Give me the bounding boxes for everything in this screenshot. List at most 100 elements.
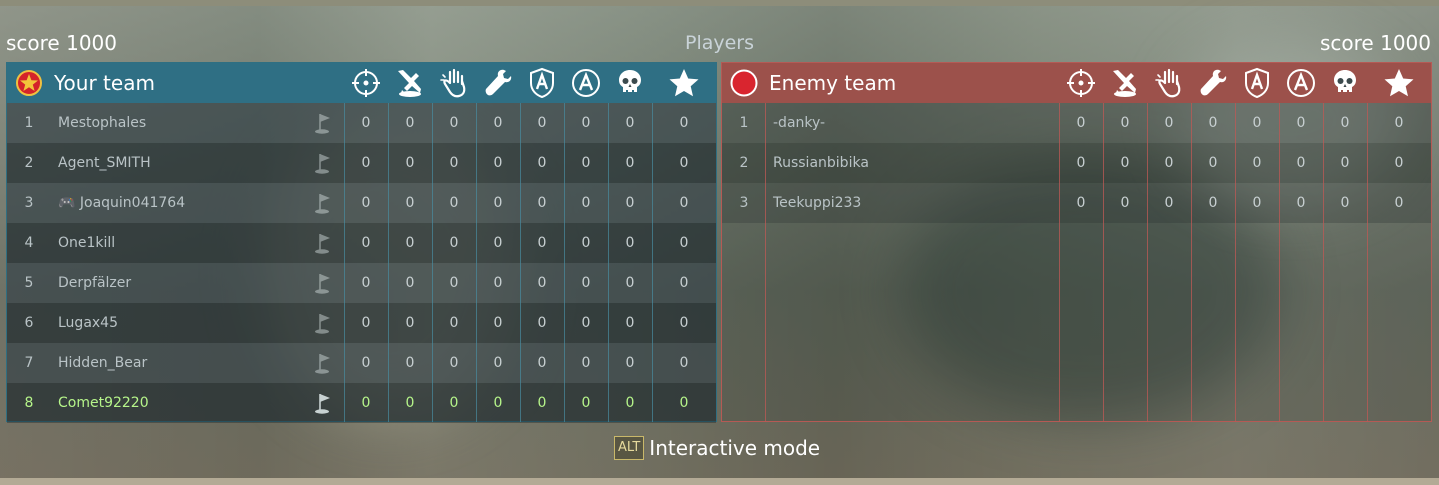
player-rank: 3 <box>24 195 34 211</box>
player-name[interactable]: Mestophales <box>58 103 298 143</box>
stat-star-value: 0 <box>1394 195 1404 211</box>
column-divider <box>652 103 653 422</box>
stat-hand-value: 0 <box>449 275 459 291</box>
stat-crosshair-value: 0 <box>361 275 371 291</box>
interactive-mode-hint: ALT Interactive mode <box>614 434 820 462</box>
stat-hand-value: 0 <box>1164 115 1174 131</box>
stat-hand-value: 0 <box>449 195 459 211</box>
stat-assist-value: 0 <box>581 275 591 291</box>
stat-skull-value: 0 <box>625 315 635 331</box>
stat-aircraft-destroyed-value: 0 <box>1120 155 1130 171</box>
stat-ground-assist-value: 0 <box>1252 195 1262 211</box>
stat-star-value: 0 <box>679 395 689 411</box>
player-name[interactable]: Agent_SMITH <box>58 143 298 183</box>
stat-hand-value: 0 <box>449 315 459 331</box>
your-team-rows: 1 Mestophales 0 0 0 0 0 0 0 0 2 Agent_SMITH 0 0 0 0 0 0 0 0… <box>7 103 716 423</box>
player-name[interactable]: 🎮 Joaquin041764 <box>58 183 298 223</box>
stat-star-value: 0 <box>679 315 689 331</box>
stat-aircraft-destroyed-value: 0 <box>405 315 415 331</box>
flag-icon <box>312 383 336 423</box>
flag-icon <box>312 103 336 143</box>
player-rank: 6 <box>24 315 34 331</box>
background-top-strip <box>0 0 1439 6</box>
player-name[interactable]: Derpfälzer <box>58 263 298 303</box>
flag-icon <box>312 143 336 183</box>
stat-ground-assist-value: 0 <box>537 155 547 171</box>
your-team-player-row[interactable]: 3 🎮 Joaquin041764 0 0 0 0 0 0 0 0 <box>7 183 716 223</box>
red-circle-icon <box>730 69 758 97</box>
enemy-team-score: score 1000 <box>1320 31 1431 55</box>
column-divider <box>1191 103 1192 422</box>
column-divider <box>520 103 521 422</box>
stat-assist-value: 0 <box>581 195 591 211</box>
your-team-player-row[interactable]: 6 Lugax45 0 0 0 0 0 0 0 0 <box>7 303 716 343</box>
flag-icon <box>312 343 336 383</box>
your-team-player-row[interactable]: 2 Agent_SMITH 0 0 0 0 0 0 0 0 <box>7 143 716 183</box>
stat-ground-assist-value: 0 <box>537 115 547 131</box>
player-name[interactable]: One1kill <box>58 223 298 263</box>
column-divider <box>1367 103 1368 422</box>
player-name[interactable]: Teekuppi233 <box>773 183 1013 223</box>
stat-crosshair-value: 0 <box>361 395 371 411</box>
stat-hand-value: 0 <box>1164 155 1174 171</box>
assist-icon <box>1279 63 1323 103</box>
stat-skull-value: 0 <box>625 115 635 131</box>
column-divider <box>432 103 433 422</box>
stat-ground-assist-value: 0 <box>537 235 547 251</box>
stat-wrench-value: 0 <box>493 315 503 331</box>
stat-assist-value: 0 <box>581 355 591 371</box>
stat-hand-value: 0 <box>449 235 459 251</box>
stat-star-value: 0 <box>679 195 689 211</box>
ground-assist-icon <box>1235 63 1279 103</box>
your-team-player-row[interactable]: 8 Comet92220 0 0 0 0 0 0 0 0 <box>7 383 716 423</box>
your-team-score: score 1000 <box>6 31 117 55</box>
stat-hand-value: 0 <box>449 355 459 371</box>
wrench-icon <box>476 63 520 103</box>
stat-wrench-value: 0 <box>493 115 503 131</box>
column-divider <box>608 103 609 422</box>
column-divider <box>1103 103 1104 422</box>
enemy-team-player-row[interactable]: 2 Russianbibika 0 0 0 0 0 0 0 0 <box>722 143 1431 183</box>
enemy-team-name: Enemy team <box>769 71 897 95</box>
stat-wrench-value: 0 <box>1208 155 1218 171</box>
stat-hand-value: 0 <box>1164 195 1174 211</box>
stat-ground-assist-value: 0 <box>537 315 547 331</box>
column-divider <box>388 103 389 422</box>
player-rank: 3 <box>739 195 749 211</box>
stat-aircraft-destroyed-value: 0 <box>405 395 415 411</box>
player-name[interactable]: Lugax45 <box>58 303 298 343</box>
player-name[interactable]: Russianbibika <box>773 143 1013 183</box>
stat-aircraft-destroyed-value: 0 <box>405 115 415 131</box>
stat-aircraft-destroyed-value: 0 <box>405 275 415 291</box>
stat-crosshair-value: 0 <box>361 235 371 251</box>
background-bottom-strip <box>0 478 1439 485</box>
skull-icon <box>608 63 652 103</box>
stat-crosshair-value: 0 <box>1076 115 1086 131</box>
stat-crosshair-value: 0 <box>361 355 371 371</box>
player-name[interactable]: Comet92220 <box>58 383 298 423</box>
column-divider <box>476 103 477 422</box>
your-team-panel: Your team 1 Mestophales 0 0 0 0 0 0 0 0 2 Agent_SMI… <box>6 62 717 423</box>
stat-wrench-value: 0 <box>493 155 503 171</box>
enemy-team-player-row[interactable]: 3 Teekuppi233 0 0 0 0 0 0 0 0 <box>722 183 1431 223</box>
player-name[interactable]: -danky- <box>773 103 1013 143</box>
player-name[interactable]: Hidden_Bear <box>58 343 298 383</box>
your-team-player-row[interactable]: 4 One1kill 0 0 0 0 0 0 0 0 <box>7 223 716 263</box>
stat-skull-value: 0 <box>625 395 635 411</box>
player-rank: 4 <box>24 235 34 251</box>
stat-assist-value: 0 <box>1296 115 1306 131</box>
stat-ground-assist-value: 0 <box>537 275 547 291</box>
stat-crosshair-value: 0 <box>361 155 371 171</box>
stat-star-value: 0 <box>679 355 689 371</box>
your-team-player-row[interactable]: 1 Mestophales 0 0 0 0 0 0 0 0 <box>7 103 716 143</box>
column-divider <box>1059 103 1060 422</box>
player-stats: 0 0 0 0 0 0 0 0 <box>344 103 716 143</box>
enemy-team-stat-headers <box>1059 63 1431 103</box>
player-stats: 0 0 0 0 0 0 0 0 <box>344 383 716 423</box>
stat-aircraft-destroyed-value: 0 <box>405 195 415 211</box>
your-team-player-row[interactable]: 7 Hidden_Bear 0 0 0 0 0 0 0 0 <box>7 343 716 383</box>
stat-ground-assist-value: 0 <box>537 355 547 371</box>
enemy-team-player-row[interactable]: 1 -danky- 0 0 0 0 0 0 0 0 <box>722 103 1431 143</box>
enemy-team-header: Enemy team <box>722 63 1431 103</box>
your-team-player-row[interactable]: 5 Derpfälzer 0 0 0 0 0 0 0 0 <box>7 263 716 303</box>
